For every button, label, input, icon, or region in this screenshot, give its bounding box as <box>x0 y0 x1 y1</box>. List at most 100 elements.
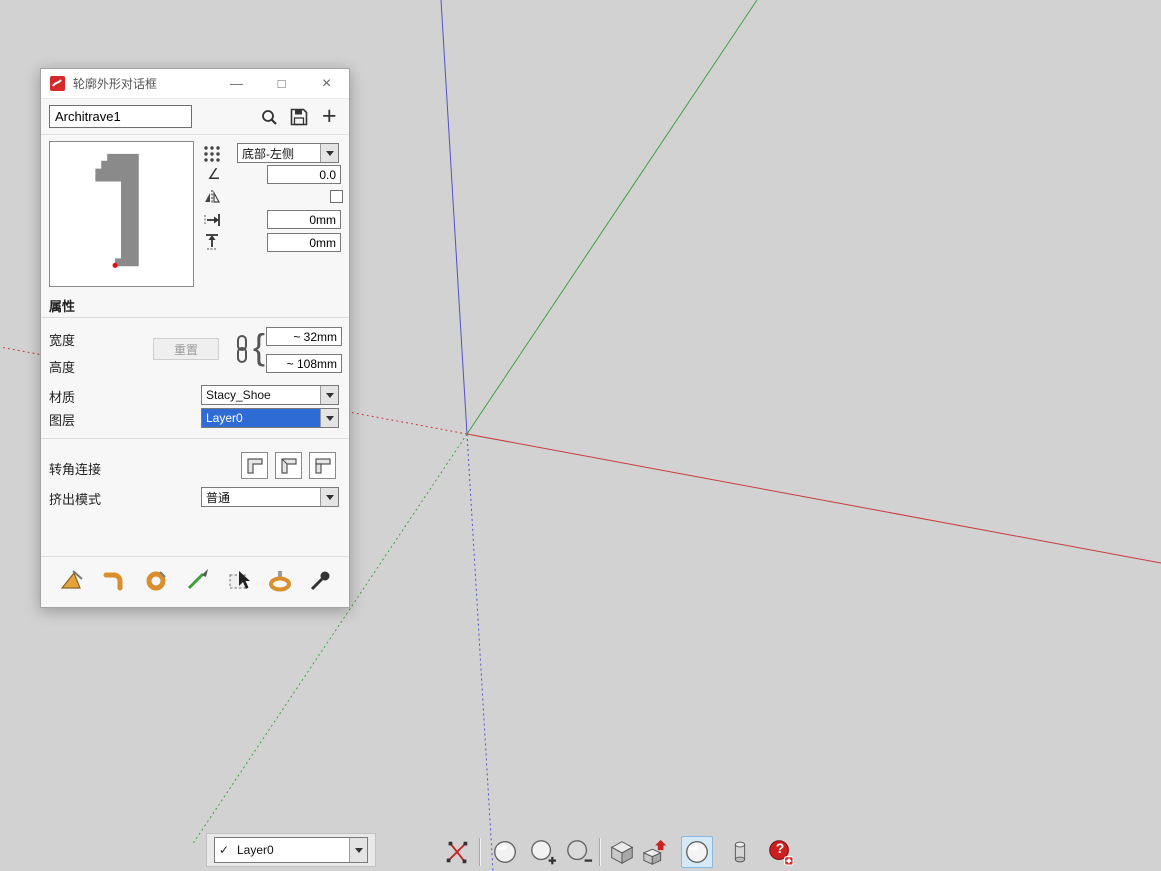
sphere-active-tool-button[interactable] <box>681 836 713 868</box>
mirror-checkbox[interactable] <box>330 190 343 203</box>
build-profile-tool-button[interactable] <box>57 565 87 595</box>
material-label: 材质 <box>49 390 76 405</box>
profile-name-row: + <box>41 99 349 135</box>
profile-name-input[interactable] <box>49 105 192 128</box>
offset-x-input[interactable] <box>267 210 341 229</box>
divider <box>41 438 349 439</box>
extrude-label: 挤出模式 <box>49 492 102 507</box>
corner-miter-icon <box>246 457 263 474</box>
sphere-active-icon <box>686 841 708 863</box>
eyedropper-tool-button[interactable] <box>305 565 335 595</box>
layer-statusbar-select[interactable]: ✓ Layer0 <box>214 837 368 863</box>
select-members-icon <box>229 571 250 589</box>
sphere-subtract-icon <box>567 840 593 862</box>
revolve-tool-button[interactable] <box>141 565 171 595</box>
sphere-subtract-tool-button[interactable] <box>563 836 595 868</box>
eyedropper-icon <box>310 571 330 591</box>
revolve-icon <box>146 571 166 591</box>
offset-x-icon <box>204 214 220 226</box>
rotation-icon: ∠ <box>207 166 221 183</box>
draw-path-icon <box>187 569 208 590</box>
layer-statusbar-arrow[interactable] <box>349 838 367 862</box>
profile-edit-tool-button[interactable] <box>441 836 473 868</box>
close-button[interactable]: × <box>304 69 349 99</box>
profile-builder-dialog: 轮廓外形对话框 — □ × + 底部-左侧 <box>40 68 350 608</box>
width-input[interactable] <box>266 327 342 346</box>
solid-tool-button[interactable] <box>606 836 638 868</box>
sphere-tool-button[interactable] <box>489 836 521 868</box>
toolbar-separator <box>479 838 481 866</box>
app-icon <box>50 76 65 91</box>
anchor-point-marker <box>112 262 118 268</box>
column-icon <box>734 841 746 863</box>
corner-label: 转角连接 <box>49 462 102 477</box>
profile-member-icon <box>103 572 123 591</box>
anchor-select[interactable]: 底部-左侧 <box>237 143 339 163</box>
layer-select[interactable]: Layer0 <box>201 408 339 428</box>
profile-preview[interactable] <box>49 141 194 287</box>
build-profile-icon <box>60 570 83 589</box>
blue-axis-dotted <box>466 433 494 871</box>
offset-y-icon <box>206 234 218 250</box>
solid-cube-icon <box>610 841 634 864</box>
layer-select-arrow[interactable] <box>320 409 338 427</box>
link-icon[interactable] <box>234 335 250 363</box>
divider <box>41 317 349 318</box>
layer-visible-check-icon: ✓ <box>218 843 230 857</box>
stamp-tool-button[interactable] <box>265 565 295 595</box>
layer-label: 图层 <box>49 413 76 428</box>
mirror-icon <box>205 190 221 204</box>
stamp-icon <box>269 571 291 592</box>
minimize-button[interactable]: — <box>214 69 259 99</box>
sphere-icon <box>494 841 516 863</box>
anchor-select-value: 底部-左侧 <box>242 146 294 161</box>
search-icon[interactable] <box>260 108 278 126</box>
anchor-select-arrow[interactable] <box>320 144 338 162</box>
column-tool-button[interactable] <box>724 836 756 868</box>
sketchup-viewport: { "dialog": { "title": "轮廓外形对话框", "contr… <box>0 0 1161 871</box>
divider <box>41 556 349 557</box>
solid-extrude-tool-button[interactable] <box>640 836 672 868</box>
height-label: 高度 <box>49 360 76 375</box>
profile-member-tool-button[interactable] <box>99 565 129 595</box>
solid-extrude-icon <box>642 839 667 865</box>
corner-butt-icon <box>314 457 331 474</box>
extrude-select-arrow[interactable] <box>320 488 338 506</box>
add-profile-icon[interactable]: + <box>322 100 337 132</box>
material-select-arrow[interactable] <box>320 386 338 404</box>
material-select[interactable]: Stacy_Shoe <box>201 385 339 405</box>
dialog-title: 轮廓外形对话框 <box>73 77 158 91</box>
help-tool-button[interactable] <box>764 836 796 868</box>
profile-edit-icon <box>446 841 468 864</box>
select-members-tool-button[interactable] <box>225 565 255 595</box>
sphere-add-tool-button[interactable] <box>527 836 559 868</box>
green-axis-solid <box>466 0 758 435</box>
rotation-input[interactable] <box>267 165 341 184</box>
layer-statusbar-value: Layer0 <box>237 843 274 857</box>
width-label: 宽度 <box>49 333 76 348</box>
link-brace: { <box>253 326 266 367</box>
blue-axis-solid <box>440 0 468 435</box>
corner-butt-button[interactable] <box>309 452 336 479</box>
layer-select-value: Layer0 <box>202 409 320 427</box>
offset-y-input[interactable] <box>267 233 341 252</box>
corner-diagonal-icon <box>280 457 297 474</box>
help-mascot-icon <box>769 840 794 866</box>
sphere-add-icon <box>531 840 557 865</box>
extrude-select-value: 普通 <box>206 490 231 505</box>
save-icon[interactable] <box>290 108 308 126</box>
reset-button[interactable]: 重置 <box>153 338 219 360</box>
maximize-button[interactable]: □ <box>259 69 304 99</box>
anchor-grid-icon[interactable] <box>203 145 221 163</box>
height-input[interactable] <box>266 354 342 373</box>
extrude-select[interactable]: 普通 <box>201 487 339 507</box>
properties-header: 属性 <box>49 299 76 314</box>
material-select-value: Stacy_Shoe <box>206 388 271 402</box>
draw-path-tool-button[interactable] <box>183 565 213 595</box>
toolbar-separator <box>599 838 601 866</box>
corner-diagonal-button[interactable] <box>275 452 302 479</box>
dialog-titlebar[interactable]: 轮廓外形对话框 — □ × <box>41 69 349 99</box>
profile-shape <box>95 153 139 268</box>
red-axis-solid <box>466 433 1161 564</box>
corner-miter-button[interactable] <box>241 452 268 479</box>
